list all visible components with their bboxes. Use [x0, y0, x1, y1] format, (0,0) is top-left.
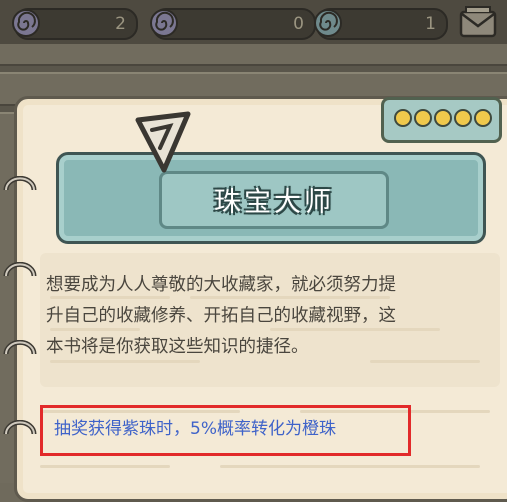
currency-value-2: 0	[293, 14, 304, 34]
currency-slot-3[interactable]: 1	[314, 8, 448, 40]
title-plate: 珠宝大师	[159, 171, 389, 229]
currency-slot-1[interactable]: 2	[12, 8, 138, 40]
page-tab[interactable]	[381, 97, 502, 143]
mail-icon[interactable]	[458, 4, 498, 42]
description-line: 升自己的收藏修养、开拓自己的收藏视野，这	[46, 306, 396, 326]
description-line: 想要成为人人尊敬的大收藏家，就必须努力提	[46, 275, 396, 295]
page-line	[220, 465, 480, 468]
tab-dot	[474, 109, 492, 127]
book-description: 想要成为人人尊敬的大收藏家，就必须努力提 升自己的收藏修养、开拓自己的收藏视野，…	[46, 270, 492, 363]
currency-bar: 2 0 1	[0, 0, 507, 44]
tab-dot	[414, 109, 432, 127]
book-title: 珠宝大师	[214, 187, 334, 218]
page-line	[40, 465, 170, 468]
binder-ring	[3, 262, 37, 277]
tab-dot	[454, 109, 472, 127]
currency-value-3: 1	[425, 14, 436, 34]
swirl-shell-icon	[314, 9, 342, 37]
rail-divider	[0, 64, 507, 74]
currency-value-1: 2	[115, 14, 126, 34]
tab-dot	[394, 109, 412, 127]
description-line: 本书将是你获取这些知识的捷径。	[46, 337, 309, 357]
swirl-shell-icon	[12, 9, 40, 37]
tab-dot	[434, 109, 452, 127]
book-effect-text: 抽奖获得紫珠时，5%概率转化为橙珠	[54, 419, 336, 439]
title-banner: 珠宝大师	[56, 152, 486, 244]
binder-ring	[3, 340, 37, 355]
binder-ring	[3, 176, 37, 191]
currency-slot-2[interactable]: 0	[150, 8, 316, 40]
swirl-shell-icon	[150, 9, 178, 37]
bookmark-triangle-icon	[135, 111, 191, 173]
binder-ring	[3, 420, 37, 435]
